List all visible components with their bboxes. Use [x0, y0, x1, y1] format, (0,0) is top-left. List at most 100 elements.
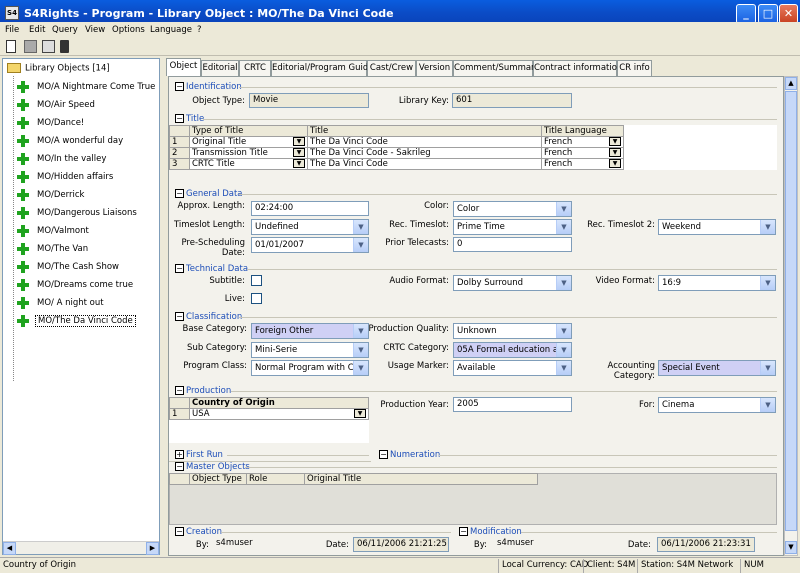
chevron-down-icon[interactable]: ▼ [556, 361, 571, 375]
plus-icon[interactable] [17, 188, 29, 201]
scroll-up-icon[interactable]: ▲ [785, 77, 797, 90]
plus-icon[interactable] [17, 296, 29, 309]
plus-icon[interactable] [17, 224, 29, 237]
classification-header[interactable]: − Classification [175, 312, 242, 322]
plus-icon[interactable] [17, 206, 29, 219]
tab-editorial[interactable]: Editorial [201, 60, 239, 76]
tree-root[interactable]: Library Objects [14] [7, 63, 110, 74]
tree-item[interactable]: MO/In the valley [17, 152, 108, 168]
production-year-input[interactable]: 2005 [453, 397, 572, 412]
chevron-down-icon[interactable]: ▼ [353, 238, 368, 252]
tree-item[interactable]: MO/Derrick [17, 188, 86, 204]
menu-view[interactable]: View [85, 25, 105, 35]
plus-icon[interactable] [17, 242, 29, 255]
chevron-down-icon[interactable]: ▼ [556, 276, 571, 290]
tab-version[interactable]: Version [416, 60, 453, 76]
rec-timeslot-2-select[interactable]: Weekend ▼ [658, 219, 776, 235]
tree-item[interactable]: MO/Dangerous Liaisons [17, 206, 139, 222]
chevron-down-icon[interactable]: ▼ [609, 148, 621, 157]
plus-icon[interactable] [17, 116, 29, 129]
title-language-cell[interactable]: French ▼ [541, 158, 624, 170]
chevron-down-icon[interactable]: ▼ [556, 324, 571, 338]
creation-header[interactable]: − Creation [175, 527, 222, 537]
technical-data-header[interactable]: − Technical Data [175, 264, 248, 274]
tab-object[interactable]: Object [166, 58, 201, 76]
for-select[interactable]: Cinema ▼ [658, 397, 776, 413]
chevron-down-icon[interactable]: ▼ [760, 276, 775, 290]
color-select[interactable]: Color ▼ [453, 201, 572, 217]
menu-edit[interactable]: Edit [29, 25, 45, 35]
delete-icon[interactable] [60, 40, 69, 53]
prior-telecasts-input[interactable]: 0 [453, 237, 572, 252]
tab-crtc[interactable]: CRTC [239, 60, 271, 76]
table-row[interactable]: 3 CRTC Title ▼ The Da Vinci Code French ▼ [169, 158, 777, 170]
timeslot-length-select[interactable]: Undefined ▼ [251, 219, 369, 235]
accounting-category-select[interactable]: Special Event ▼ [658, 360, 776, 376]
maximize-button[interactable]: □ [758, 4, 778, 24]
sub-category-select[interactable]: Mini-Serie ▼ [251, 342, 369, 358]
scroll-thumb[interactable] [785, 91, 797, 531]
tree-item[interactable]: MO/Dance! [17, 116, 86, 132]
chevron-down-icon[interactable]: ▼ [760, 398, 775, 412]
vertical-scrollbar[interactable]: ▲ ▼ [784, 76, 798, 556]
plus-icon[interactable] [17, 314, 29, 327]
chevron-down-icon[interactable]: ▼ [293, 148, 305, 157]
chevron-down-icon[interactable]: ▼ [609, 137, 621, 146]
first-run-header[interactable]: + First Run [175, 450, 223, 460]
plus-icon[interactable] [17, 134, 29, 147]
title-cell[interactable]: The Da Vinci Code - Sakrileg [307, 147, 542, 159]
country-grid[interactable]: Country of Origin 1 USA ▼ [169, 397, 369, 420]
tree-horizontal-scrollbar[interactable]: ◀ ▶ [3, 541, 159, 555]
new-icon[interactable] [6, 40, 16, 53]
tree-item[interactable]: MO/Valmont [17, 224, 91, 240]
base-category-select[interactable]: Foreign Other ▼ [251, 323, 369, 339]
crtc-category-select[interactable]: 05A Formal education and ▼ [453, 342, 572, 358]
minimize-button[interactable]: _ [736, 4, 756, 24]
chevron-down-icon[interactable]: ▼ [760, 220, 775, 234]
general-data-header[interactable]: − General Data [175, 189, 243, 199]
menu-options[interactable]: Options [112, 25, 145, 35]
chevron-down-icon[interactable]: ▼ [609, 159, 621, 168]
audio-format-select[interactable]: Dolby Surround ▼ [453, 275, 572, 291]
title-language-cell[interactable]: French ▼ [541, 136, 624, 148]
menu-query[interactable]: Query [52, 25, 78, 35]
plus-icon[interactable] [17, 152, 29, 165]
tab-comment-summary[interactable]: Comment/Summary [453, 60, 540, 76]
print-icon[interactable] [42, 40, 55, 53]
numeration-header[interactable]: − Numeration [379, 450, 440, 460]
menu-file[interactable]: File [5, 25, 19, 35]
subtitle-checkbox[interactable] [251, 275, 262, 286]
production-header[interactable]: − Production [175, 386, 231, 396]
country-cell[interactable]: USA ▼ [189, 408, 369, 420]
plus-icon[interactable] [17, 170, 29, 183]
tree-item[interactable]: MO/ A night out [17, 296, 106, 312]
tree-item[interactable]: MO/Air Speed [17, 98, 97, 114]
master-objects-header[interactable]: − Master Objects [175, 462, 250, 472]
scroll-down-icon[interactable]: ▼ [785, 541, 797, 554]
title-language-cell[interactable]: French ▼ [541, 147, 624, 159]
tree-item[interactable]: MO/The Van [17, 242, 90, 258]
plus-icon[interactable] [17, 260, 29, 273]
tab-editorial-program-guide[interactable]: Editorial/Program Guide [271, 60, 373, 76]
chevron-down-icon[interactable]: ▼ [293, 159, 305, 168]
chevron-down-icon[interactable]: ▼ [556, 343, 571, 357]
tab-cr-info[interactable]: CR info [617, 60, 652, 76]
table-row[interactable]: 1 Original Title ▼ The Da Vinci Code French ▼ [169, 136, 777, 148]
tree-item[interactable]: MO/The Cash Show [17, 260, 121, 276]
chevron-down-icon[interactable]: ▼ [556, 220, 571, 234]
tree-item[interactable]: MO/A Nightmare Come True [17, 80, 157, 96]
table-row[interactable]: 2 Transmission Title ▼ The Da Vinci Code - … [169, 147, 777, 159]
usage-marker-select[interactable]: Available ▼ [453, 360, 572, 376]
prescheduling-date-select[interactable]: 01/01/2007 ▼ [251, 237, 369, 253]
table-row[interactable]: 1 USA ▼ [169, 408, 369, 420]
video-format-select[interactable]: 16:9 ▼ [658, 275, 776, 291]
tab-cast-crew[interactable]: Cast/Crew [367, 60, 416, 76]
title-section-header[interactable]: − Title [175, 114, 204, 124]
scroll-right-icon[interactable]: ▶ [146, 542, 159, 555]
scroll-left-icon[interactable]: ◀ [3, 542, 16, 555]
chevron-down-icon[interactable]: ▼ [293, 137, 305, 146]
type-of-title-cell[interactable]: CRTC Title ▼ [189, 158, 308, 170]
type-of-title-cell[interactable]: Original Title ▼ [189, 136, 308, 148]
production-quality-select[interactable]: Unknown ▼ [453, 323, 572, 339]
menu-help[interactable]: ? [197, 25, 202, 35]
